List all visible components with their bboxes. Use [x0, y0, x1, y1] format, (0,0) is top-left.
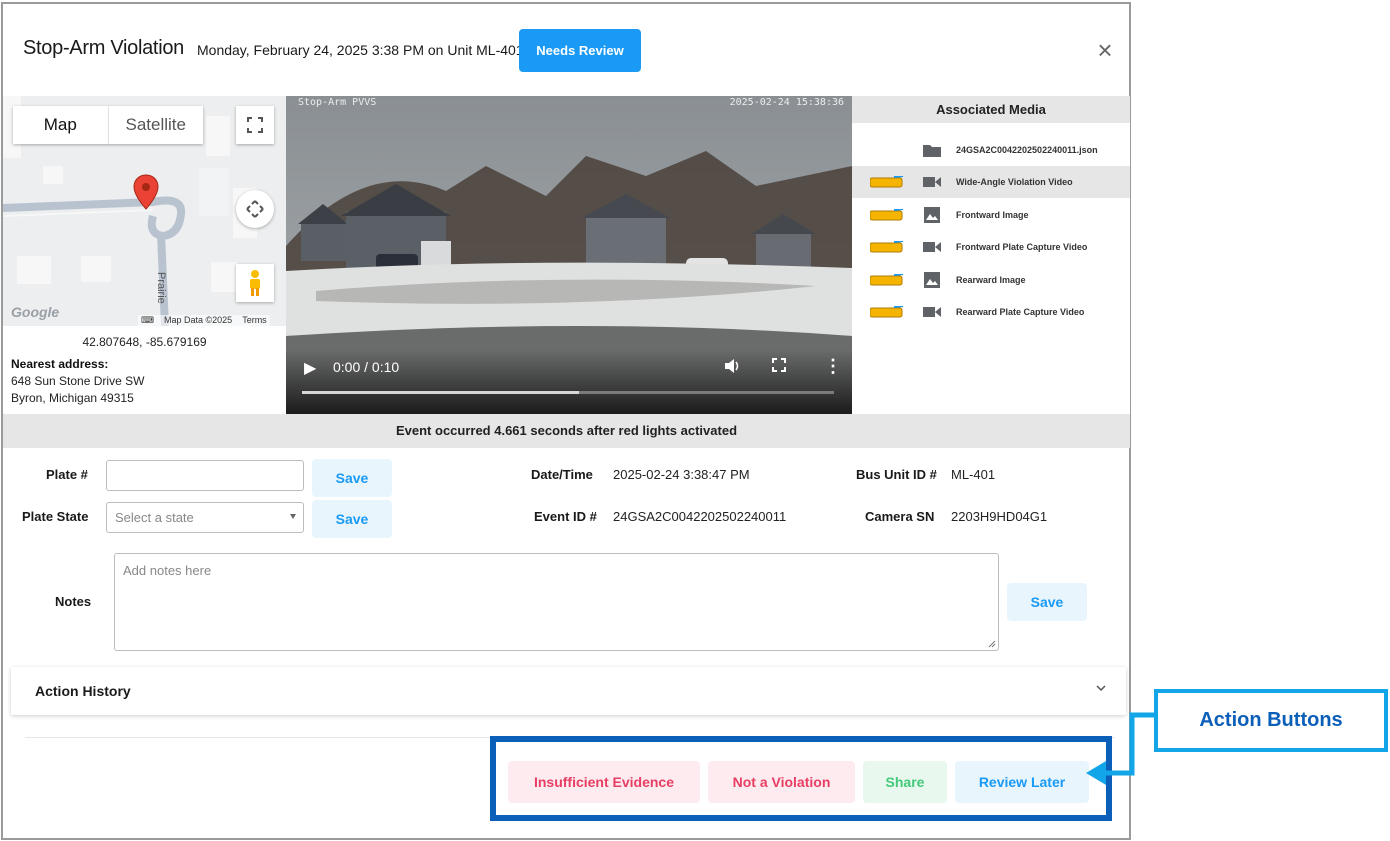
- video-icon: [922, 239, 942, 255]
- violation-modal: Stop-Arm Violation Monday, February 24, …: [1, 2, 1131, 840]
- media-item-label: 24GSA2C0042202502240011.json: [956, 145, 1098, 155]
- save-plate-button[interactable]: Save: [312, 459, 392, 497]
- plate-input[interactable]: [106, 460, 304, 491]
- bus-unit-label: Bus Unit ID #: [856, 467, 937, 482]
- violation-video-player[interactable]: Stop-Arm PVVS 2025-02-24 15:38:36 ▶ 0:00…: [286, 96, 852, 414]
- media-item[interactable]: Wide-Angle Violation Video: [852, 166, 1130, 198]
- video-time: 0:00 / 0:10: [333, 359, 400, 375]
- event-id-label: Event ID #: [534, 509, 597, 524]
- media-item[interactable]: Frontward Plate Capture Video: [852, 231, 1130, 263]
- annotation-arrow-icon: [1086, 712, 1156, 785]
- save-notes-button[interactable]: Save: [1007, 583, 1087, 621]
- tab-satellite[interactable]: Satellite: [109, 106, 204, 144]
- location-pin-icon: [133, 174, 159, 210]
- media-item[interactable]: Rearward Plate Capture Video: [852, 296, 1130, 328]
- address-line-1: 648 Sun Stone Drive SW: [11, 374, 145, 388]
- event-id-value: 24GSA2C0042202502240011: [613, 509, 787, 524]
- dropdown-arrow-icon: [290, 514, 296, 519]
- plate-state-placeholder: Select a state: [115, 510, 194, 525]
- keyboard-icon[interactable]: ⌨: [141, 315, 154, 326]
- media-item-label: Wide-Angle Violation Video: [956, 177, 1073, 187]
- bus-schedule-icon: [869, 240, 904, 253]
- google-logo: Google: [11, 304, 60, 320]
- plate-state-label: Plate State: [22, 509, 89, 524]
- media-item-label: Rearward Plate Capture Video: [956, 307, 1085, 317]
- image-icon: [922, 207, 942, 223]
- play-icon[interactable]: ▶: [304, 358, 316, 378]
- action-buttons-callout: Action Buttons: [1154, 689, 1388, 752]
- nearest-address-label: Nearest address:: [11, 357, 109, 371]
- notes-placeholder: Add notes here: [123, 563, 212, 578]
- coordinates: 42.807648, -85.679169: [82, 335, 207, 349]
- map-street-label: Prairie: [155, 272, 167, 304]
- folder-icon: [922, 142, 942, 158]
- bus-schedule-icon: [869, 208, 904, 221]
- needs-review-button[interactable]: Needs Review: [519, 29, 641, 72]
- video-progress-track[interactable]: [302, 391, 834, 394]
- address-line-2: Byron, Michigan 49315: [11, 391, 134, 405]
- map-attribution: ⌨ Map Data ©2025 Terms: [138, 315, 270, 326]
- modal-title: Stop-Arm Violation: [23, 37, 184, 59]
- media-item[interactable]: Frontward Image: [852, 199, 1130, 231]
- event-timing-banner: Event occurred 4.661 seconds after red l…: [3, 414, 1130, 448]
- plate-state-select[interactable]: Select a state: [106, 502, 304, 533]
- datetime-label: Date/Time: [531, 467, 593, 482]
- camera-sn-label: Camera SN: [865, 509, 935, 524]
- video-overlay-label: Stop-Arm PVVS: [298, 97, 377, 108]
- street-view-pegman-icon[interactable]: [236, 264, 274, 302]
- media-item[interactable]: 24GSA2C0042202502240011.json: [852, 134, 1130, 166]
- notes-textarea[interactable]: Add notes here: [114, 553, 999, 651]
- video-icon: [922, 174, 942, 190]
- action-history-panel[interactable]: Action History: [11, 667, 1126, 715]
- plate-label: Plate #: [46, 467, 88, 482]
- notes-label: Notes: [55, 594, 92, 609]
- location-map[interactable]: Prairie Map Satellite Google ⌨ Map Data …: [3, 96, 286, 326]
- modal-subtitle: Monday, February 24, 2025 3:38 PM on Uni…: [197, 42, 524, 58]
- video-overlay-timestamp: 2025-02-24 15:38:36: [729, 97, 844, 108]
- resize-handle-icon[interactable]: [988, 640, 996, 648]
- video-fullscreen-icon[interactable]: [772, 358, 786, 372]
- video-icon: [922, 304, 942, 320]
- media-item-label: Frontward Image: [956, 210, 1029, 220]
- media-item-label: Rearward Image: [956, 275, 1026, 285]
- volume-icon[interactable]: [724, 358, 742, 379]
- image-icon: [922, 272, 942, 288]
- map-type-control: Map Satellite: [13, 106, 203, 144]
- camera-sn-value: 2203H9HD04G1: [951, 509, 1048, 524]
- chevron-down-icon[interactable]: [1096, 683, 1106, 693]
- map-data-text: Map Data ©2025: [164, 315, 233, 325]
- more-options-icon[interactable]: ⋮: [824, 356, 842, 377]
- datetime-value: 2025-02-24 3:38:47 PM: [613, 467, 750, 482]
- action-history-label: Action History: [35, 683, 131, 699]
- close-icon[interactable]: ×: [1091, 36, 1119, 64]
- media-item[interactable]: Rearward Image: [852, 264, 1130, 296]
- video-buffer-bar: [302, 391, 579, 394]
- pan-control-icon[interactable]: [236, 190, 274, 228]
- bus-schedule-icon: [869, 175, 904, 188]
- bus-unit-value: ML-401: [951, 467, 996, 482]
- associated-media-panel: Associated Media 24GSA2C0042202502240011…: [852, 96, 1130, 414]
- bus-schedule-icon: [870, 144, 904, 156]
- save-plate-state-button[interactable]: Save: [312, 500, 392, 538]
- terms-link[interactable]: Terms: [242, 315, 267, 326]
- action-buttons-highlight: [490, 736, 1112, 821]
- associated-media-heading: Associated Media: [852, 96, 1130, 123]
- fullscreen-icon[interactable]: [236, 106, 274, 144]
- bus-schedule-icon: [869, 305, 904, 318]
- bus-schedule-icon: [869, 273, 904, 286]
- tab-map[interactable]: Map: [13, 106, 109, 144]
- media-item-label: Frontward Plate Capture Video: [956, 242, 1088, 252]
